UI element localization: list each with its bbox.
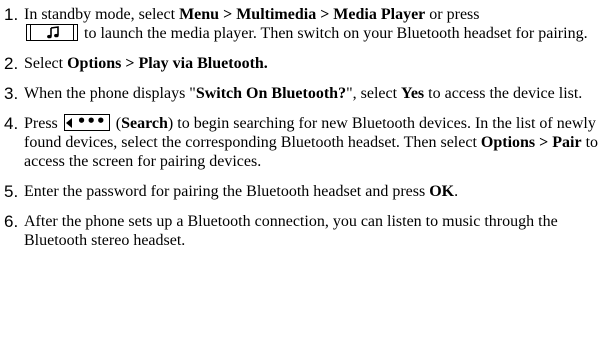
step-text: Select Options > Play via Bluetooth. [24,55,268,72]
step-text: In standby mode, select Menu > Multimedi… [24,6,588,42]
step-1: 1. In standby mode, select Menu > Multim… [4,5,605,43]
step-text: Enter the password for pairing the Bluet… [24,183,459,200]
music-note-key-icon [26,24,78,41]
arrow-left-icon [65,118,72,128]
step-number: 5. [4,182,19,201]
step-3: 3. When the phone displays "Switch On Bl… [4,84,605,103]
step-text: Press ••• (Search) to begin searching fo… [24,112,599,170]
step-number: 6. [4,212,19,231]
step-number: 3. [4,84,19,103]
step-5: 5. Enter the password for pairing the Bl… [4,182,605,201]
step-text: After the phone sets up a Bluetooth conn… [24,213,558,249]
instructions-page: 1. In standby mode, select Menu > Multim… [0,0,613,250]
step-2: 2. Select Options > Play via Bluetooth. [4,54,605,73]
soft-key-dots-icon: ••• [63,112,110,131]
step-number: 2. [4,54,19,73]
step-number: 4. [4,114,19,133]
step-text: When the phone displays "Switch On Bluet… [24,85,583,102]
step-4: 4. Press ••• (Search) to begin searching… [4,112,605,171]
step-6: 6. After the phone sets up a Bluetooth c… [4,212,605,250]
step-number: 1. [4,5,19,24]
